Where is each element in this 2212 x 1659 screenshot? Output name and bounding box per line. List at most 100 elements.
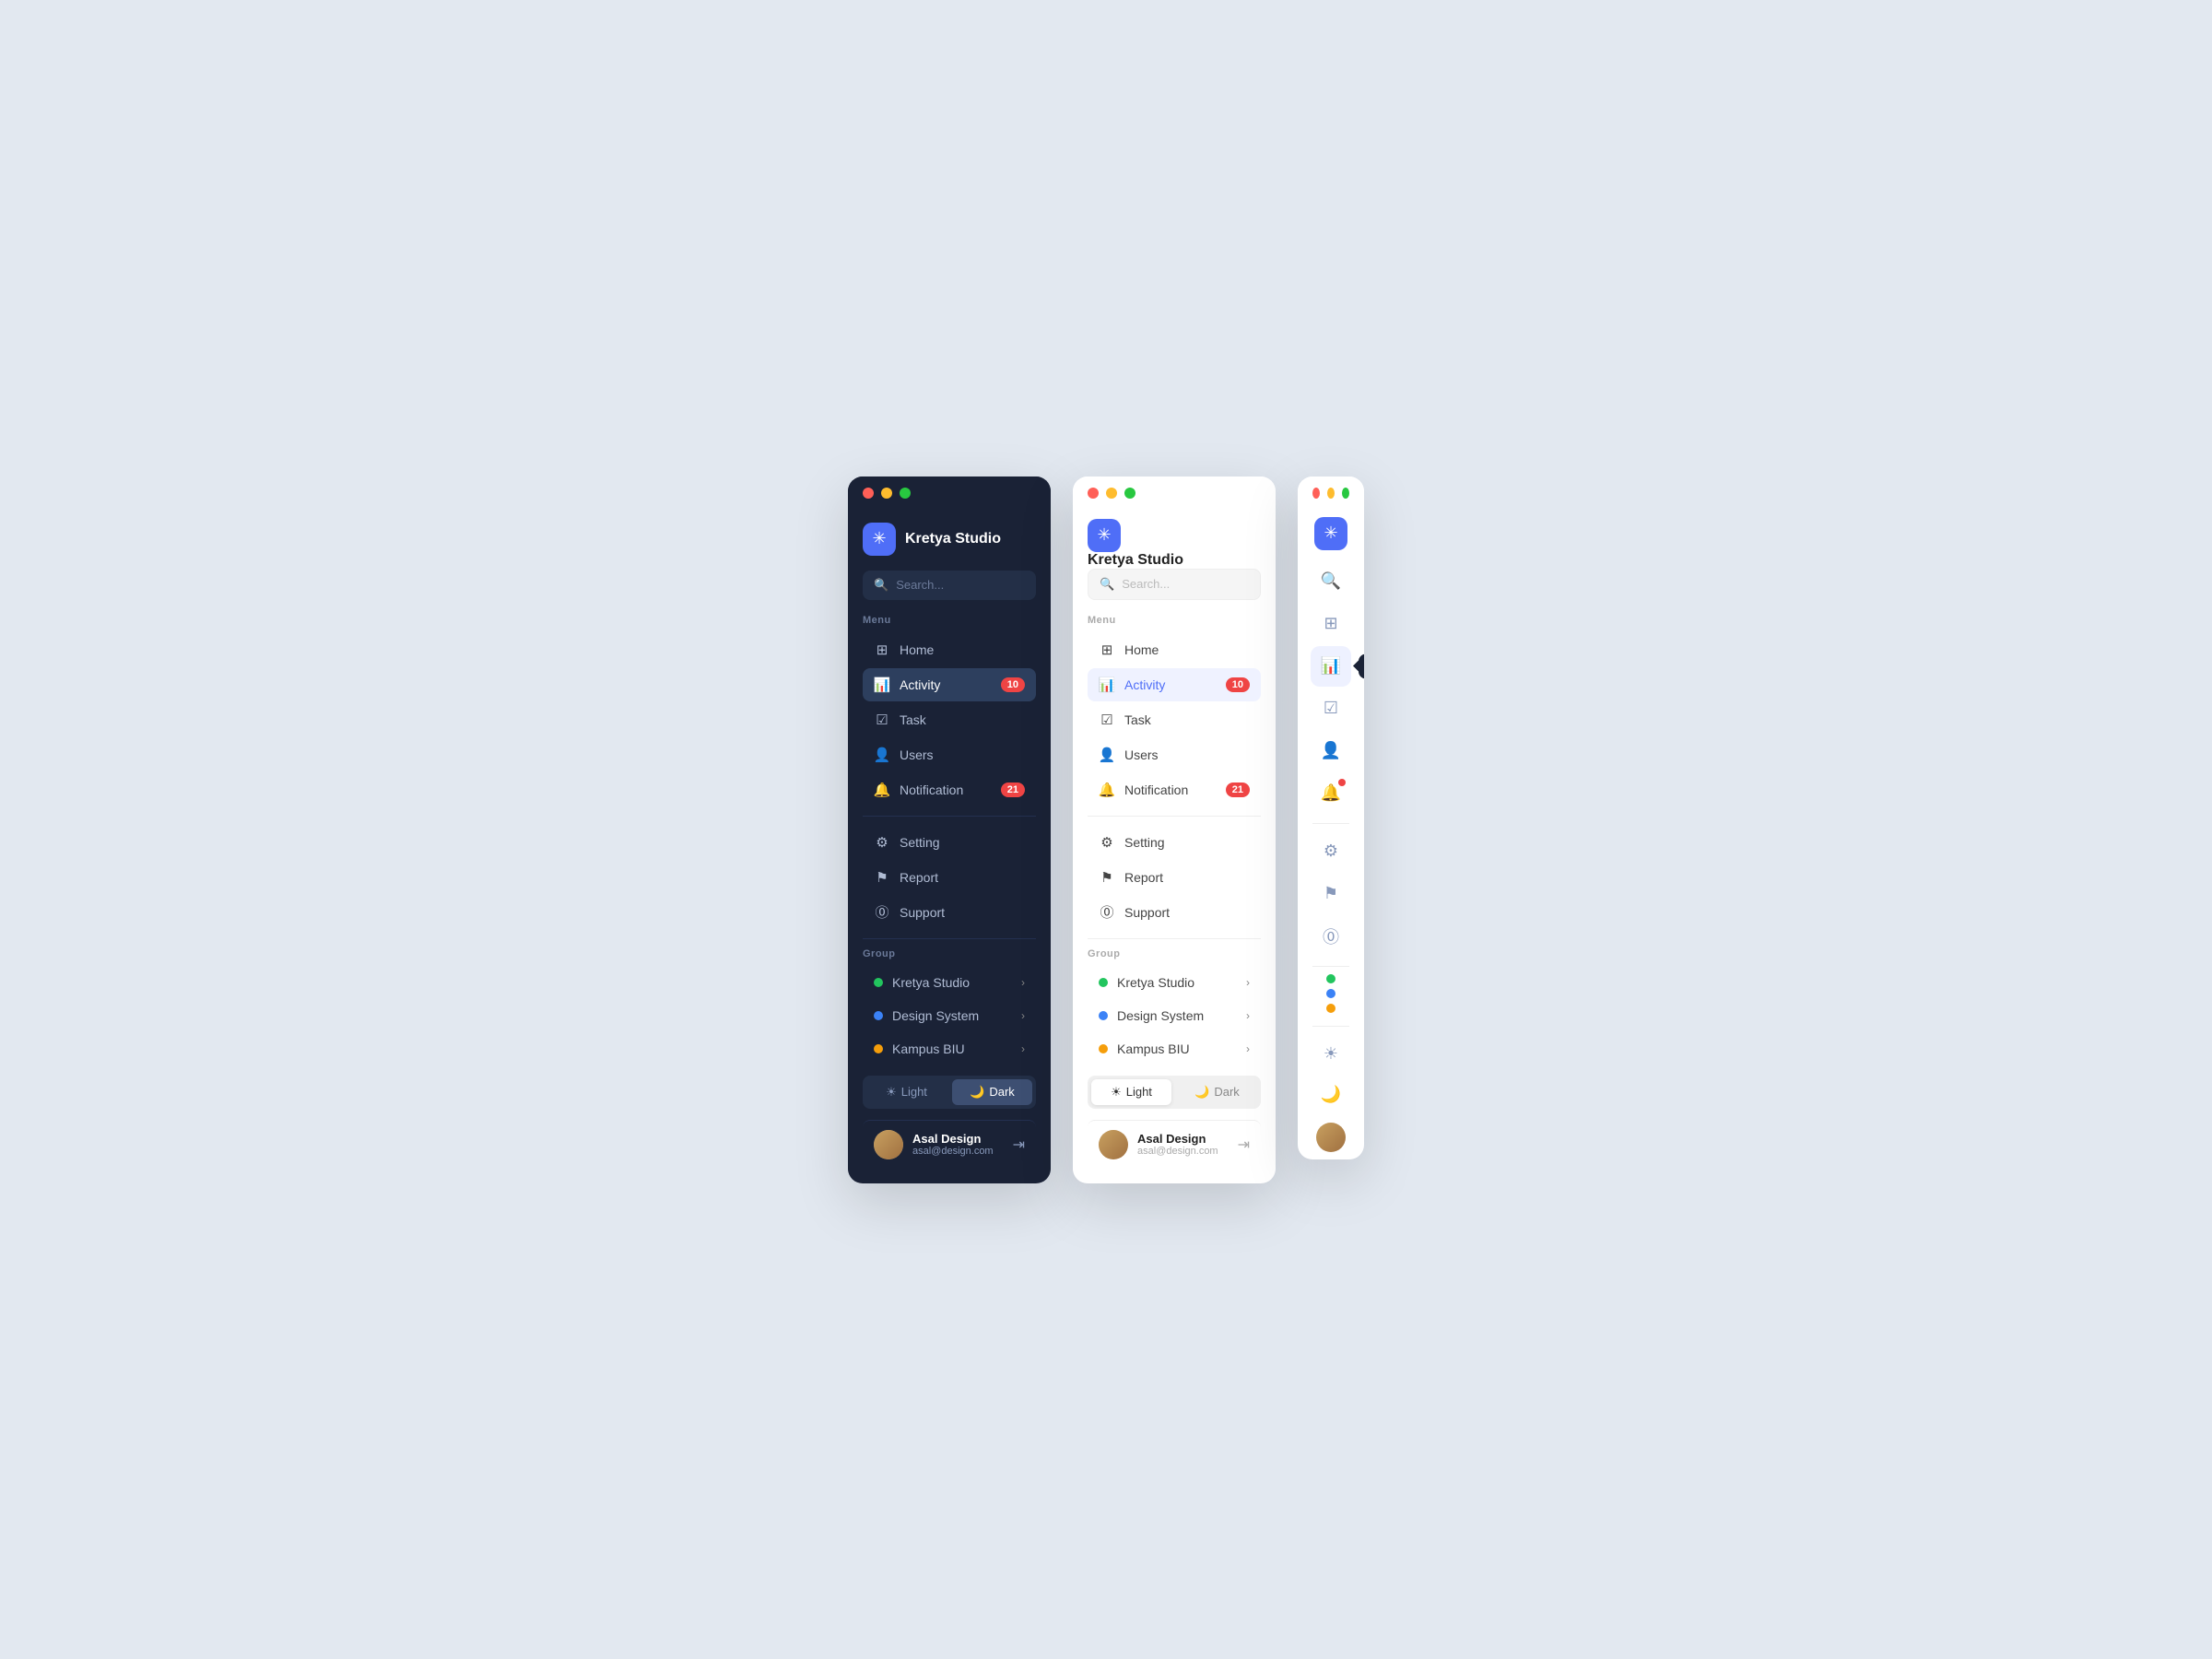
dark-light-btn[interactable]: ☀ Light — [866, 1079, 947, 1105]
mini-sidebar-content: ✳ 🔍 ⊞ 📊 Activity ☑ 👤 🔔 — [1298, 510, 1364, 1159]
light-nav-home[interactable]: ⊞ Home — [1088, 633, 1261, 666]
light-nav-setting[interactable]: ⚙ Setting — [1088, 826, 1261, 859]
light-gear-icon: ⚙ — [1099, 834, 1115, 851]
dark-group-kampus-label: Kampus BIU — [892, 1041, 965, 1056]
bell-icon: 🔔 — [874, 782, 890, 798]
mini-gear-btn[interactable]: ⚙ — [1311, 831, 1351, 872]
mini-search-btn[interactable]: 🔍 — [1311, 561, 1351, 602]
dark-nav-home[interactable]: ⊞ Home — [863, 633, 1036, 666]
users-icon: 👤 — [874, 747, 890, 763]
light-brand: ✳ Kretya Studio — [1088, 519, 1261, 569]
maximize-button[interactable] — [900, 488, 911, 499]
mini-maximize-button[interactable] — [1342, 488, 1349, 499]
mini-bell-icon: 🔔 — [1321, 783, 1341, 803]
dark-nav-home-label: Home — [900, 642, 934, 657]
light-nav-support[interactable]: ⓪ Support — [1088, 896, 1261, 929]
mini-brand-icon: ✳ — [1314, 517, 1347, 550]
light-brand-icon: ✳ — [1088, 519, 1121, 552]
mini-activity-btn[interactable]: 📊 Activity — [1311, 646, 1351, 687]
mini-search-icon: 🔍 — [1321, 571, 1341, 591]
light-user-name: Asal Design — [1137, 1132, 1229, 1146]
mini-notification-btn[interactable]: 🔔 — [1311, 773, 1351, 814]
light-kampus-arrow: › — [1246, 1042, 1250, 1055]
light-nav-activity[interactable]: 📊 Activity 10 — [1088, 668, 1261, 701]
mini-moon-btn[interactable]: 🌙 — [1311, 1075, 1351, 1115]
mini-task-btn[interactable]: ☑ — [1311, 688, 1351, 729]
mini-activity-icon: 📊 — [1321, 656, 1341, 676]
mini-flag-btn[interactable]: ⚑ — [1311, 874, 1351, 914]
close-button[interactable] — [863, 488, 874, 499]
mini-sun-icon: ☀ — [1324, 1044, 1338, 1064]
dark-avatar — [874, 1130, 903, 1159]
light-group-kretya[interactable]: Kretya Studio › — [1088, 967, 1261, 998]
light-moon-icon: 🌙 — [1194, 1085, 1209, 1100]
mini-home-icon: ⊞ — [1324, 614, 1337, 633]
dark-avatar-img — [874, 1130, 903, 1159]
mini-avatar[interactable] — [1316, 1123, 1346, 1152]
light-maximize-button[interactable] — [1124, 488, 1135, 499]
dark-group-kampus[interactable]: Kampus BIU › — [863, 1033, 1036, 1065]
minimize-button[interactable] — [881, 488, 892, 499]
kampus-arrow: › — [1021, 1042, 1025, 1055]
dark-nav-report[interactable]: ⚑ Report — [863, 861, 1036, 894]
mini-group-kampus[interactable] — [1326, 1004, 1335, 1013]
light-nav-notification[interactable]: 🔔 Notification 21 — [1088, 773, 1261, 806]
dark-nav-activity[interactable]: 📊 Activity 10 — [863, 668, 1036, 701]
light-dark-btn[interactable]: 🌙 Dark — [1177, 1079, 1257, 1105]
mini-notification-dot — [1338, 779, 1346, 786]
light-nav-task[interactable]: ☑ Task — [1088, 703, 1261, 736]
light-user-email: asal@design.com — [1137, 1146, 1229, 1157]
dark-nav-support-label: Support — [900, 905, 945, 920]
mini-separator3 — [1312, 1026, 1349, 1027]
light-nav-users[interactable]: 👤 Users — [1088, 738, 1261, 771]
mini-sun-btn[interactable]: ☀ — [1311, 1034, 1351, 1075]
light-group-kampus[interactable]: Kampus BIU › — [1088, 1033, 1261, 1065]
dark-nav-task[interactable]: ☑ Task — [863, 703, 1036, 736]
mini-group-design[interactable] — [1326, 989, 1335, 998]
dark-group-design[interactable]: Design System › — [863, 1000, 1036, 1031]
dark-group-kretya[interactable]: Kretya Studio › — [863, 967, 1036, 998]
light-nav-report[interactable]: ⚑ Report — [1088, 861, 1261, 894]
light-sidebar-window: ✳ Kretya Studio 🔍 Search... Menu ⊞ Home … — [1073, 477, 1276, 1183]
dark-user-info: Asal Design asal@design.com — [912, 1132, 1004, 1157]
light-light-btn[interactable]: ☀ Light — [1091, 1079, 1171, 1105]
light-search[interactable]: 🔍 Search... — [1088, 569, 1261, 600]
mini-users-btn[interactable]: 👤 — [1311, 731, 1351, 771]
light-group-design-label: Design System — [1117, 1008, 1204, 1023]
kampus-dot — [874, 1044, 883, 1053]
kretya-arrow: › — [1021, 976, 1025, 989]
light-close-button[interactable] — [1088, 488, 1099, 499]
dark-group-label: Group — [863, 948, 1036, 959]
dark-logout-icon[interactable]: ⇥ — [1013, 1135, 1025, 1154]
light-support-icon: ⓪ — [1099, 904, 1115, 921]
light-flag-icon: ⚑ — [1099, 869, 1115, 886]
dark-nav-users[interactable]: 👤 Users — [863, 738, 1036, 771]
dark-sidebar-window: ✳ Kretya Studio 🔍 Search... Menu ⊞ Home … — [848, 477, 1051, 1183]
light-minimize-button[interactable] — [1106, 488, 1117, 499]
brand-name: Kretya Studio — [905, 531, 1001, 547]
dark-nav-setting-label: Setting — [900, 835, 940, 850]
mini-home-btn[interactable]: ⊞ — [1311, 604, 1351, 644]
light-separator — [1088, 816, 1261, 817]
activity-tooltip: Activity — [1359, 653, 1364, 678]
light-dark-label: Dark — [1214, 1085, 1239, 1099]
dark-search[interactable]: 🔍 Search... — [863, 571, 1036, 600]
light-group-design[interactable]: Design System › — [1088, 1000, 1261, 1031]
dark-dark-btn[interactable]: 🌙 Dark — [952, 1079, 1032, 1105]
light-group-kretya-label: Kretya Studio — [1117, 975, 1194, 990]
dark-nav-support[interactable]: ⓪ Support — [863, 896, 1036, 929]
mini-close-button[interactable] — [1312, 488, 1320, 499]
mini-task-icon: ☑ — [1324, 699, 1338, 718]
light-brand-name: Kretya Studio — [1088, 552, 1183, 568]
screen-container: ✳ Kretya Studio 🔍 Search... Menu ⊞ Home … — [811, 440, 1401, 1220]
dark-nav-users-label: Users — [900, 747, 934, 762]
mini-sidebar-window: ✳ 🔍 ⊞ 📊 Activity ☑ 👤 🔔 — [1298, 477, 1364, 1159]
light-logout-icon[interactable]: ⇥ — [1238, 1135, 1250, 1154]
mini-minimize-button[interactable] — [1327, 488, 1335, 499]
mini-group-kretya[interactable] — [1326, 974, 1335, 983]
light-theme-toggle: ☀ Light 🌙 Dark — [1088, 1076, 1261, 1109]
dark-nav-setting[interactable]: ⚙ Setting — [863, 826, 1036, 859]
sun-icon: ☀ — [886, 1085, 897, 1100]
dark-nav-notification[interactable]: 🔔 Notification 21 — [863, 773, 1036, 806]
mini-support-btn[interactable]: ⓪ — [1311, 916, 1351, 957]
